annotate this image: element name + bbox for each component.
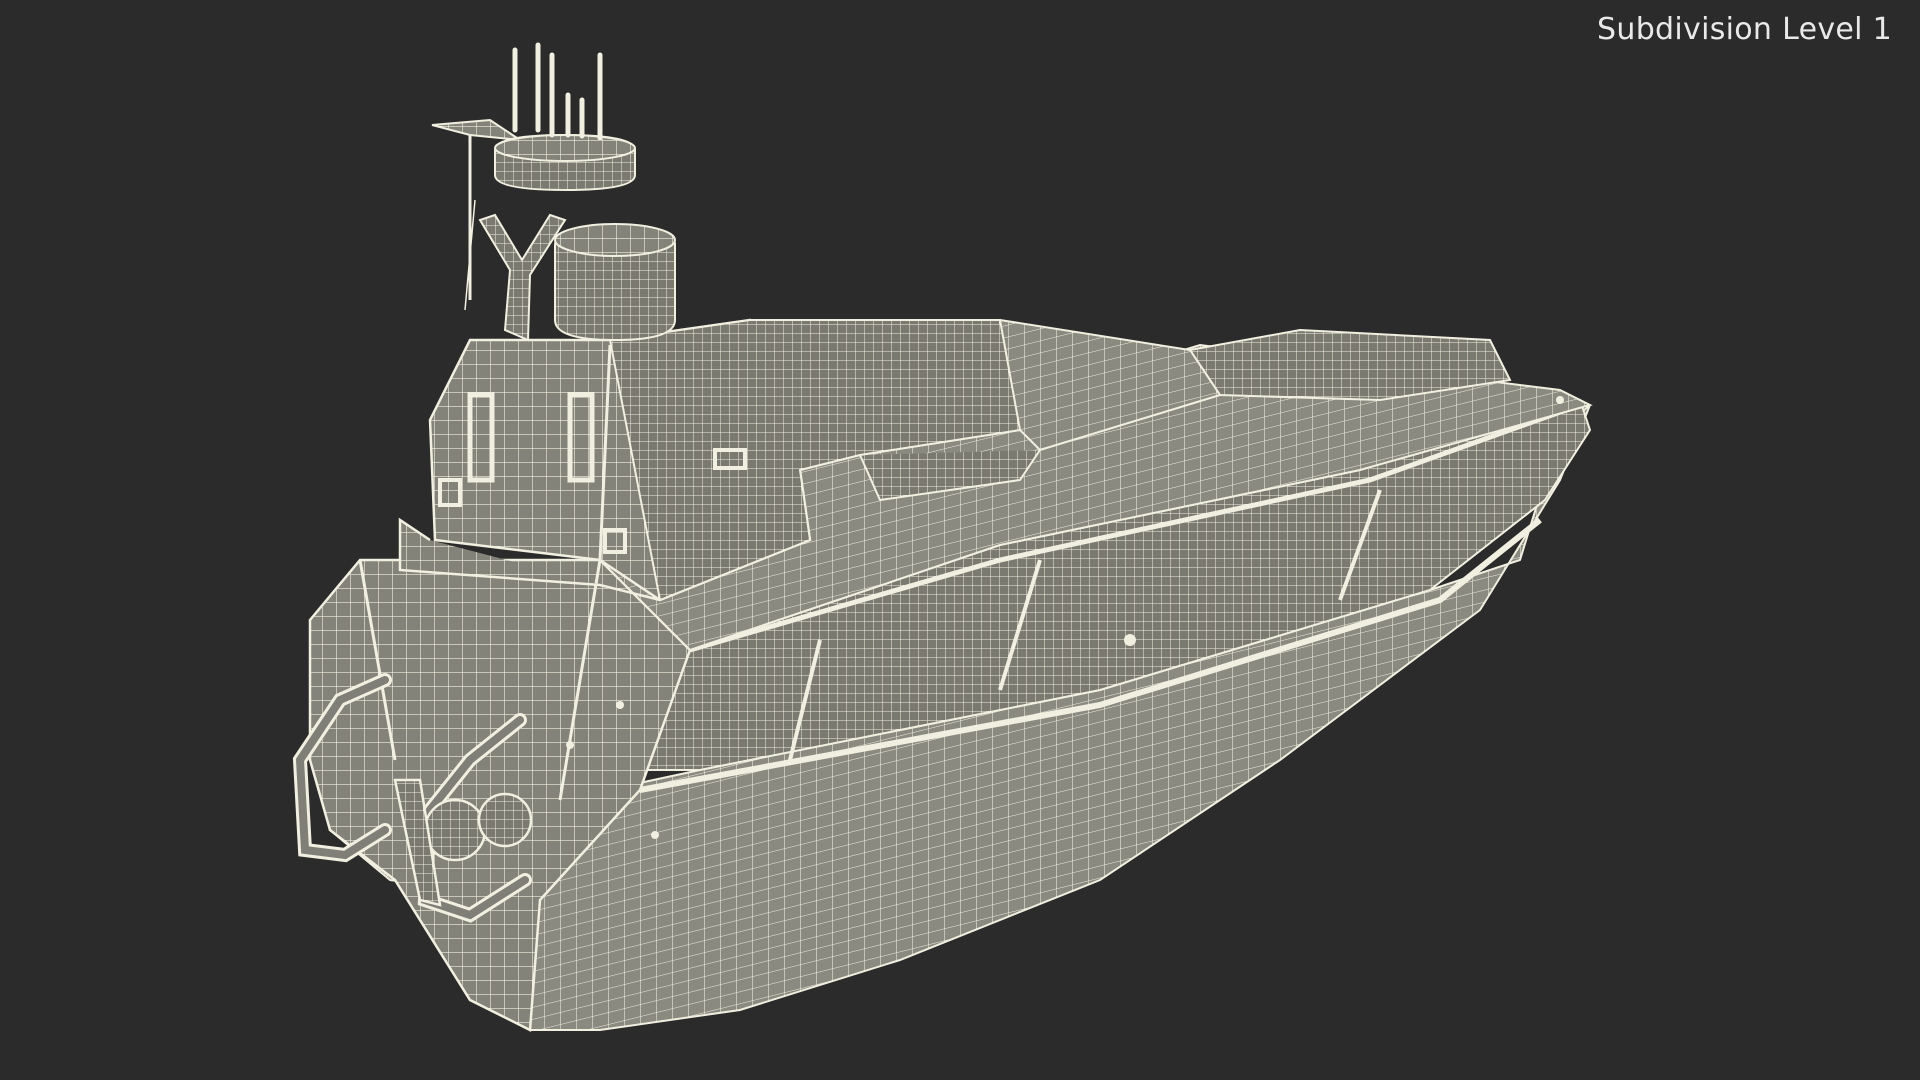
mast [478, 213, 567, 342]
antenna-array [512, 42, 603, 141]
wireframe-boat-model-icon[interactable] [0, 0, 1920, 1080]
radar-platform [431, 118, 521, 141]
3d-viewport[interactable]: Subdivision Level 1 [0, 0, 1920, 1080]
